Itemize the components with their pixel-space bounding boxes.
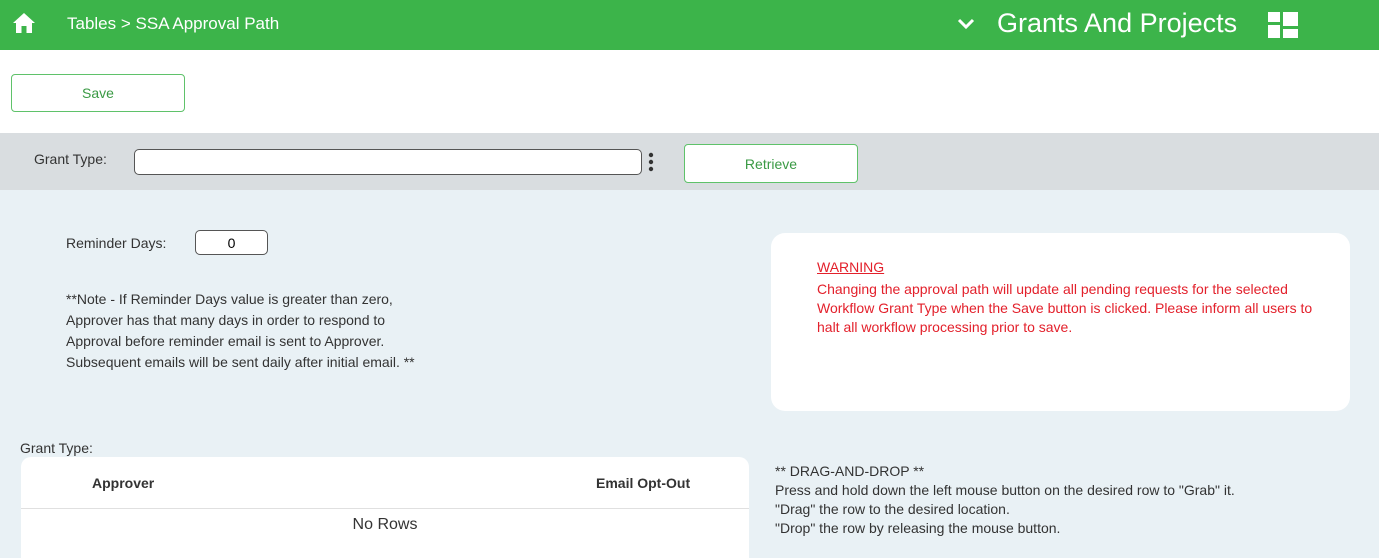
module-title[interactable]: Grants And Projects: [997, 8, 1237, 39]
note-line: **Note - If Reminder Days value is great…: [66, 291, 393, 307]
home-icon[interactable]: [12, 12, 36, 34]
chevron-down-icon[interactable]: [955, 12, 977, 34]
breadcrumb[interactable]: Tables > SSA Approval Path: [67, 14, 279, 34]
grant-type-label: Grant Type:: [34, 151, 107, 167]
approver-grant-type-label: Grant Type:: [20, 440, 93, 456]
dnd-line: "Drop" the row by releasing the mouse bu…: [775, 520, 1061, 536]
note-line: Approval before reminder email is sent t…: [66, 333, 385, 349]
reminder-days-label: Reminder Days:: [66, 235, 167, 251]
top-header-bar: Tables > SSA Approval Path Grants And Pr…: [0, 0, 1379, 50]
reminder-days-input[interactable]: [195, 230, 268, 255]
note-line: Subsequent emails will be sent daily aft…: [66, 354, 415, 370]
save-button[interactable]: Save: [11, 74, 185, 112]
vertical-ellipsis-icon[interactable]: [648, 152, 654, 172]
no-rows-message: No Rows: [352, 516, 418, 533]
dashboard-grid-icon[interactable]: [1268, 12, 1298, 38]
column-header-approver[interactable]: Approver: [92, 475, 154, 491]
dnd-line: Press and hold down the left mouse butto…: [775, 482, 1235, 498]
grant-type-input[interactable]: [134, 149, 642, 175]
drag-and-drop-instructions: ** DRAG-AND-DROP ** Press and hold down …: [775, 462, 1365, 538]
note-line: Approver has that many days in order to …: [66, 312, 386, 328]
reminder-note: **Note - If Reminder Days value is great…: [66, 289, 506, 373]
warning-title: WARNING: [817, 259, 885, 275]
retrieve-button[interactable]: Retrieve: [684, 144, 858, 183]
column-header-email-opt-out[interactable]: Email Opt-Out: [596, 475, 690, 491]
warning-text: Changing the approval path will update a…: [817, 281, 1313, 335]
dnd-line: ** DRAG-AND-DROP **: [775, 463, 925, 479]
dnd-line: "Drag" the row to the desired location.: [775, 501, 1010, 517]
table-header-divider: [21, 508, 749, 509]
